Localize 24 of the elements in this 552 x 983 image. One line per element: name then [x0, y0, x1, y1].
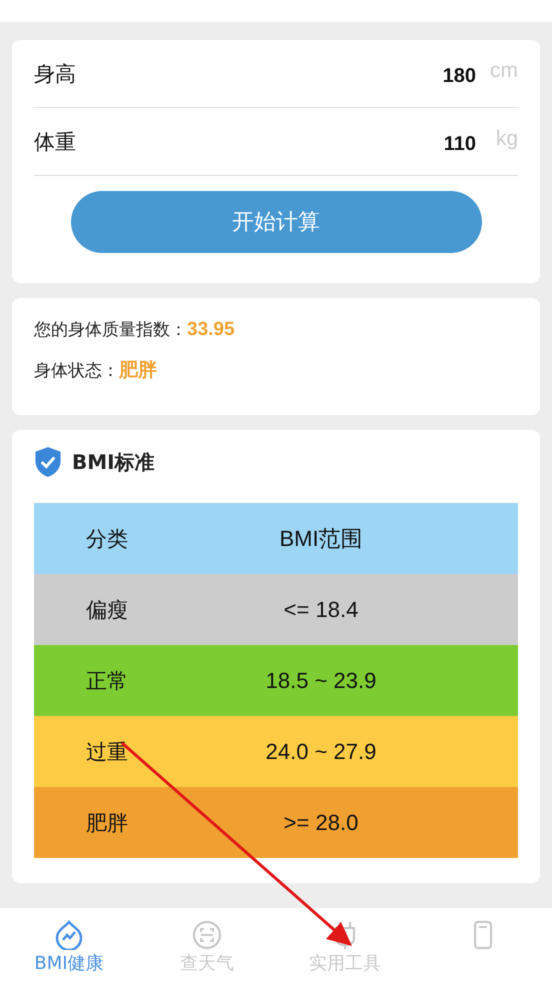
input-field[interactable]: 110	[396, 133, 476, 156]
section-title: BMI标准	[72, 448, 155, 476]
input-field[interactable]: 180	[396, 65, 476, 88]
table-cell-text: 24.0 ~ 27.9	[264, 738, 378, 764]
table-cell-text: >= 28.0	[282, 810, 360, 836]
table-cell-text: 正常	[85, 668, 129, 694]
result-label: 身体状态：	[34, 361, 119, 381]
table-cell-text: 肥胖	[85, 810, 129, 836]
result-label: 您的身体质量指数：	[34, 320, 187, 340]
chart-icon	[54, 920, 84, 950]
table-cell-text: 偏瘦	[85, 596, 129, 624]
shield-icon	[34, 446, 62, 478]
nav-tab[interactable]: BMI健康	[0, 908, 138, 983]
column-header: 分类	[85, 526, 129, 552]
scan-icon	[192, 920, 222, 950]
table-cell-text: 18.5 ~ 23.9	[264, 668, 378, 694]
field-label: 身高	[34, 60, 77, 88]
table-cell-text: <= 18.4	[282, 596, 360, 622]
status-value: 肥胖	[119, 360, 157, 381]
field-label: 体重	[34, 128, 77, 156]
bmi-value: 33.95	[187, 319, 235, 340]
table-cell-text: 过重	[85, 738, 129, 766]
column-header: BMI范围	[278, 524, 364, 552]
calculate-button[interactable]: 开始计算	[70, 191, 482, 253]
